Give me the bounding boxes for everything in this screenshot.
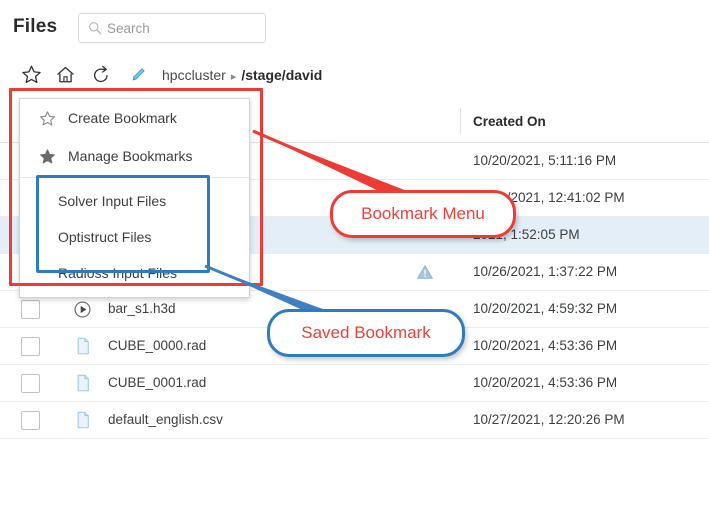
- row-checkbox[interactable]: [0, 336, 60, 356]
- file-name-label: CUBE_0001.rad: [108, 375, 207, 390]
- created-on-label: 10/20/2021, 5:11:16 PM: [473, 153, 617, 168]
- star-filled-icon: [38, 148, 57, 165]
- created-on-cell: 10/20/2021, 4:53:36 PM: [460, 374, 709, 392]
- created-on-cell: 10/27/2021, 12:20:26 PM: [460, 411, 709, 429]
- star-outline-icon: [21, 64, 42, 90]
- created-on-label: 10/20/2021, 4:59:32 PM: [473, 301, 618, 316]
- search-placeholder-text: Search: [107, 20, 150, 36]
- page-title: Files: [13, 16, 58, 37]
- created-on-label: 10/20/2021, 4:53:36 PM: [473, 338, 618, 353]
- refresh-icon: [91, 65, 111, 90]
- created-on-cell: 10/20/2021, 5:11:16 PM: [460, 152, 709, 170]
- checkbox-icon[interactable]: [20, 299, 40, 319]
- search-icon: [88, 21, 102, 35]
- callout-text: Saved Bookmark: [301, 323, 431, 342]
- created-on-cell: 10/20/2021, 4:53:36 PM: [460, 337, 709, 355]
- saved-bookmark-callout: Saved Bookmark: [267, 309, 465, 357]
- media-play-icon: [60, 300, 105, 319]
- file-icon: [60, 409, 105, 431]
- created-on-label: 10/20/2021, 4:53:36 PM: [473, 375, 618, 390]
- saved-bookmark-label: Radioss Input Files: [58, 265, 178, 281]
- saved-bookmarks-group: Solver Input Files Optistruct Files Radi…: [20, 178, 249, 297]
- pencil-icon: [129, 65, 148, 89]
- bookmark-menu-callout: Bookmark Menu: [330, 190, 516, 238]
- menu-item-create-bookmark[interactable]: Create Bookmark: [20, 99, 249, 137]
- menu-item-label: Create Bookmark: [68, 110, 177, 126]
- file-name-label: bar_s1.h3d: [108, 301, 176, 316]
- checkbox-icon[interactable]: [20, 410, 40, 430]
- saved-bookmark-item[interactable]: Solver Input Files: [20, 183, 249, 219]
- saved-bookmark-label: Solver Input Files: [58, 193, 167, 209]
- edit-path-button[interactable]: [125, 64, 151, 90]
- menu-item-label: Manage Bookmarks: [68, 148, 193, 164]
- checkbox-icon[interactable]: [20, 336, 40, 356]
- file-name-cell[interactable]: CUBE_0001.rad: [105, 374, 390, 392]
- checkbox-icon[interactable]: [20, 373, 40, 393]
- row-checkbox[interactable]: [0, 373, 60, 393]
- file-name-cell[interactable]: default_english.csv: [105, 411, 390, 429]
- app-header: Files Search: [0, 0, 709, 56]
- file-name-label: default_english.csv: [108, 412, 223, 427]
- bookmark-dropdown-menu[interactable]: Create Bookmark Manage Bookmarks Solver …: [19, 98, 250, 298]
- table-row[interactable]: CUBE_0001.rad 10/20/2021, 4:53:36 PM: [0, 365, 709, 402]
- file-icon: [60, 335, 105, 357]
- breadcrumb-separator-icon: ▸: [230, 71, 237, 83]
- created-on-label: 10/27/2021, 12:20:26 PM: [473, 412, 625, 427]
- created-on-cell: 10/20/2021, 4:59:32 PM: [460, 300, 709, 318]
- bookmark-star-button[interactable]: [18, 64, 44, 90]
- home-button[interactable]: [52, 64, 78, 90]
- file-icon: [60, 372, 105, 394]
- table-row[interactable]: default_english.csv 10/27/2021, 12:20:26 …: [0, 402, 709, 439]
- saved-bookmark-item[interactable]: Optistruct Files: [20, 219, 249, 255]
- warning-icon: [390, 263, 460, 281]
- created-on-label: 10/26/2021, 1:37:22 PM: [473, 264, 618, 279]
- menu-item-manage-bookmarks[interactable]: Manage Bookmarks: [20, 137, 249, 175]
- header-created-on-cell[interactable]: Created On: [460, 114, 709, 129]
- file-name-label: CUBE_0000.rad: [108, 338, 207, 353]
- breadcrumb-root[interactable]: hpccluster: [162, 67, 226, 83]
- refresh-button[interactable]: [88, 64, 114, 90]
- callout-text: Bookmark Menu: [361, 204, 485, 223]
- header-column-divider: [460, 108, 461, 134]
- created-on-cell: 10/26/2021, 1:37:22 PM: [460, 263, 709, 281]
- row-checkbox[interactable]: [0, 410, 60, 430]
- breadcrumb[interactable]: hpccluster ▸ /stage/david: [162, 67, 322, 83]
- saved-bookmark-label: Optistruct Files: [58, 229, 152, 245]
- star-outline-icon: [38, 110, 57, 127]
- home-icon: [55, 64, 76, 90]
- search-input[interactable]: Search: [78, 13, 266, 43]
- breadcrumb-current-path: /stage/david: [241, 67, 323, 83]
- saved-bookmark-item[interactable]: Radioss Input Files: [20, 255, 249, 291]
- row-checkbox[interactable]: [0, 299, 60, 319]
- path-toolbar: hpccluster ▸ /stage/david: [0, 64, 709, 94]
